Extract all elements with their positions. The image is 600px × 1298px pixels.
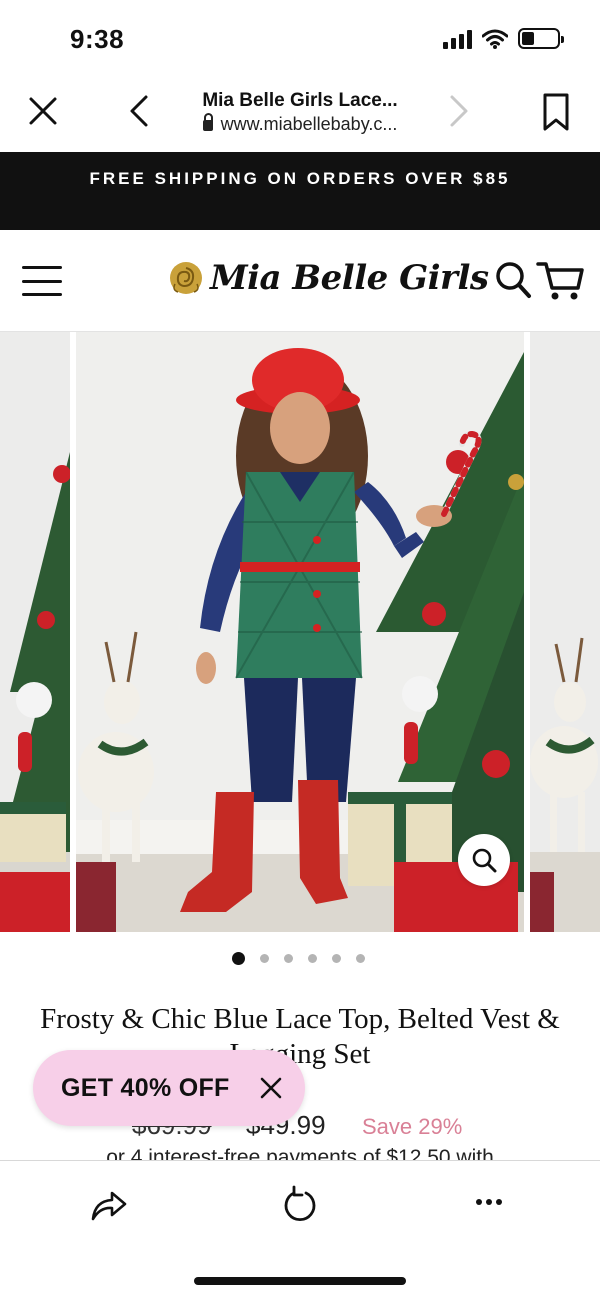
pagination-dot[interactable] <box>356 954 365 963</box>
installments-text: or 4 interest-free payments of $12.50 wi… <box>106 1146 494 1160</box>
forward-icon[interactable] <box>444 94 474 128</box>
status-icons <box>443 28 564 49</box>
pagination-dot[interactable] <box>308 954 317 963</box>
browser-bar: Mia Belle Girls Lace... www.miabellebaby… <box>0 80 600 152</box>
pagination-dot[interactable] <box>284 954 293 963</box>
promo-text: FREE SHIPPING ON ORDERS OVER $85 <box>89 169 511 188</box>
discount-popup[interactable]: GET 40% OFF <box>33 1050 305 1126</box>
close-icon[interactable] <box>26 94 60 128</box>
bottom-toolbar <box>0 1160 600 1298</box>
discount-label[interactable]: GET 40% OFF <box>61 1074 230 1103</box>
cart-icon[interactable] <box>536 260 584 302</box>
pagination-dot[interactable] <box>332 954 341 963</box>
share-icon[interactable] <box>90 1185 128 1223</box>
cellular-signal-icon <box>443 29 472 49</box>
product-gallery[interactable] <box>0 332 600 932</box>
search-icon[interactable] <box>494 260 532 300</box>
wifi-icon <box>482 29 508 49</box>
zoom-button[interactable] <box>458 834 510 886</box>
pagination-dot[interactable] <box>232 952 245 965</box>
logo-text: Mia Belle Girls <box>210 258 489 298</box>
pagination-dot[interactable] <box>260 954 269 963</box>
promo-banner: FREE SHIPPING ON ORDERS OVER $85 <box>0 152 600 230</box>
page-title[interactable]: Mia Belle Girls Lace... <box>150 90 450 112</box>
bookmark-icon[interactable] <box>540 92 572 132</box>
close-icon[interactable] <box>259 1076 283 1100</box>
page-url-text: www.miabellebaby.c... <box>220 114 398 134</box>
gallery-slide-previous[interactable] <box>0 332 70 932</box>
gallery-pagination <box>232 952 365 965</box>
site-logo[interactable]: Mia Belle Girls <box>168 258 489 298</box>
battery-icon <box>518 28 564 49</box>
home-indicator <box>194 1277 406 1285</box>
status-time: 9:38 <box>70 24 125 54</box>
save-badge: Save 29% <box>362 1114 463 1139</box>
rose-logo-icon <box>170 262 202 294</box>
lock-icon <box>202 113 213 131</box>
gallery-slide-main[interactable] <box>76 332 524 932</box>
hamburger-icon[interactable] <box>22 266 62 296</box>
site-header: Mia Belle Girls <box>0 230 600 332</box>
page-url[interactable]: www.miabellebaby.c... <box>150 113 450 135</box>
zoom-icon <box>472 848 497 873</box>
gallery-slide-next[interactable] <box>530 332 600 932</box>
status-bar: 9:38 <box>0 0 600 80</box>
reload-icon[interactable] <box>282 1185 318 1223</box>
more-icon[interactable] <box>476 1199 502 1205</box>
